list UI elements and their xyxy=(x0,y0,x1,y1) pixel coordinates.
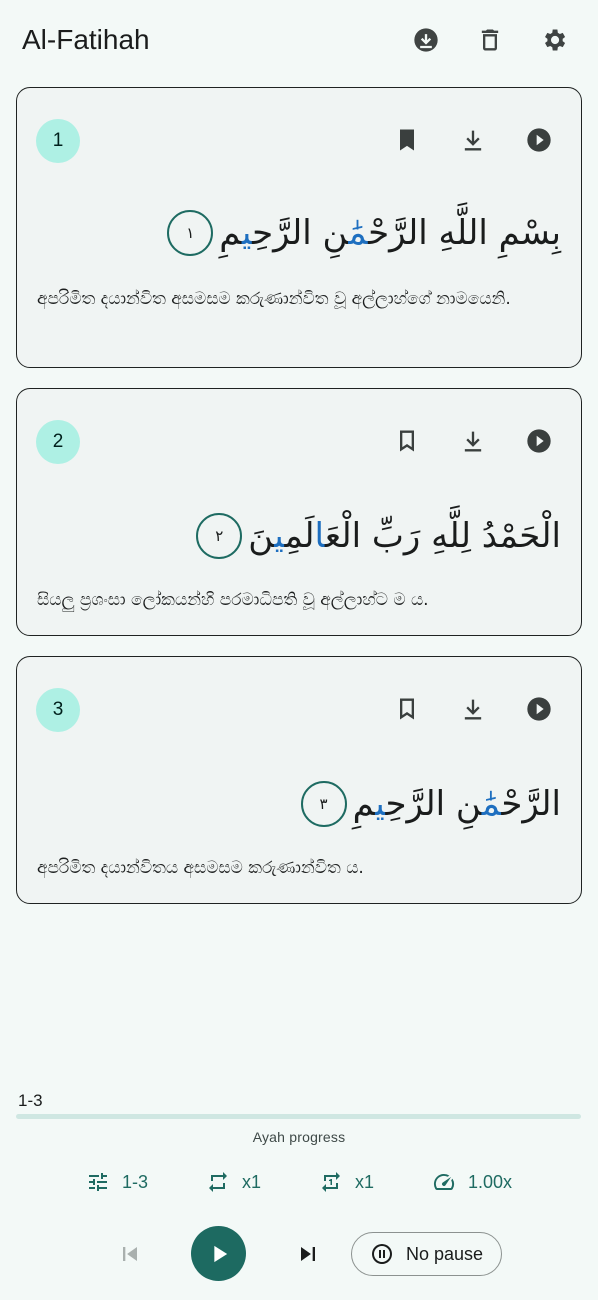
repeat-range-label: x1 xyxy=(354,1171,374,1192)
ayah-end-marker: ١ xyxy=(167,210,214,256)
download-all-button[interactable] xyxy=(404,18,448,62)
speed-label: 1.00x xyxy=(468,1171,513,1192)
arabic-verse: بِسْمِ اللَّهِ الرَّحْمَٰنِ الرَّحِيمِ xyxy=(219,213,561,253)
arabic-verse: الْحَمْدُ لِلَّهِ رَبِّ الْعَالَمِينَ xyxy=(248,516,561,556)
download-circle-icon xyxy=(414,28,438,52)
ayah-number-badge: 1 xyxy=(36,119,80,163)
bookmark-outline-icon xyxy=(400,430,414,452)
range-chip[interactable]: 1-3 xyxy=(86,1170,148,1194)
translation-text: අපරිමිත දයාන්විත අසමසම කරුණාන්විත වූ අල්… xyxy=(37,289,511,309)
settings-icon xyxy=(545,29,566,51)
play-ayah-button[interactable] xyxy=(517,118,561,162)
ayah-number-badge: 2 xyxy=(36,420,80,464)
arabic-text: بِسْمِ اللَّهِ الرَّحْمَٰنِ الرَّحِيمِ ١ xyxy=(167,210,561,256)
arabic-text: الْحَمْدُ لِلَّهِ رَبِّ الْعَالَمِينَ ٢ xyxy=(196,513,561,559)
next-button[interactable] xyxy=(290,1234,326,1274)
download-icon xyxy=(464,699,482,720)
pause-setting-button[interactable]: No pause xyxy=(351,1232,502,1276)
ayah-end-marker: ٢ xyxy=(196,513,243,559)
pause-circle-icon xyxy=(371,1244,392,1264)
speed-chip[interactable]: 1.00x xyxy=(432,1170,512,1194)
play-icon xyxy=(213,1245,227,1262)
repeat-ayah-label: x1 xyxy=(241,1171,261,1192)
playback-range-label: 1-3 xyxy=(18,1091,43,1110)
skip-next-icon xyxy=(301,1247,315,1261)
play-circle-icon xyxy=(527,429,551,453)
arabic-verse: الرَّحْمَٰنِ الرَّحِيمِ xyxy=(352,784,561,824)
download-ayah-button[interactable] xyxy=(451,419,495,463)
speed-icon xyxy=(433,1173,455,1190)
translation-text: අපරිමිත දයාන්විතය අසමසම කරුණාන්විත ය. xyxy=(37,858,364,878)
ayah-card[interactable]: 1 بِسْمِ اللَّهِ الرَّحْمَٰنِ الرَّحِيمِ… xyxy=(16,87,582,368)
range-chip-label: 1-3 xyxy=(121,1171,148,1192)
play-circle-icon xyxy=(527,128,551,152)
ayah-card[interactable]: 2 الْحَمْدُ لِلَّهِ رَبِّ الْعَالَمِينَ … xyxy=(16,388,582,636)
play-ayah-button[interactable] xyxy=(517,687,561,731)
skip-previous-icon xyxy=(123,1247,137,1261)
bookmark-filled-icon xyxy=(400,129,414,151)
translation-text: සියලු ප්‍රශංසා ලෝකයන්හි පරමාධිපති වූ අල්… xyxy=(37,590,429,610)
bookmark-outline-icon xyxy=(400,698,414,720)
download-ayah-button[interactable] xyxy=(451,118,495,162)
download-icon xyxy=(464,431,482,452)
ayah-end-marker: ٣ xyxy=(300,781,347,827)
ayah-card[interactable]: 3 الرَّحْمَٰنِ الرَّحِيمِ ٣ අපරිමිත දයාන… xyxy=(16,656,582,904)
settings-button[interactable] xyxy=(532,18,576,62)
tune-icon xyxy=(88,1173,107,1191)
app-bar: Al-Fatihah xyxy=(0,0,598,80)
playback-options: 1-3 x1 x1 1.00x xyxy=(0,1170,598,1194)
bookmark-button[interactable] xyxy=(385,118,429,162)
arabic-text: الرَّحْمَٰنِ الرَّحِيمِ ٣ xyxy=(300,781,561,827)
page-title: Al-Fatihah xyxy=(22,24,150,55)
play-ayah-button[interactable] xyxy=(517,419,561,463)
pause-setting-label: No pause xyxy=(405,1243,484,1264)
repeat-one-icon xyxy=(321,1172,340,1192)
delete-icon xyxy=(481,29,499,51)
play-circle-icon xyxy=(527,697,551,721)
download-icon xyxy=(464,130,482,151)
delete-button[interactable] xyxy=(468,18,512,62)
ayah-number-badge: 3 xyxy=(36,688,80,732)
repeat-ayah-chip[interactable]: x1 xyxy=(206,1170,261,1194)
play-button[interactable] xyxy=(191,1226,246,1281)
bookmark-button[interactable] xyxy=(385,419,429,463)
previous-button[interactable] xyxy=(112,1234,148,1274)
download-ayah-button[interactable] xyxy=(451,687,495,731)
repeat-range-chip[interactable]: x1 xyxy=(319,1170,374,1194)
repeat-icon xyxy=(208,1172,227,1192)
player-controls: No pause xyxy=(0,1226,598,1282)
bookmark-button[interactable] xyxy=(385,687,429,731)
ayah-progress-bar[interactable] xyxy=(16,1114,581,1119)
progress-caption: Ayah progress xyxy=(252,1129,346,1145)
